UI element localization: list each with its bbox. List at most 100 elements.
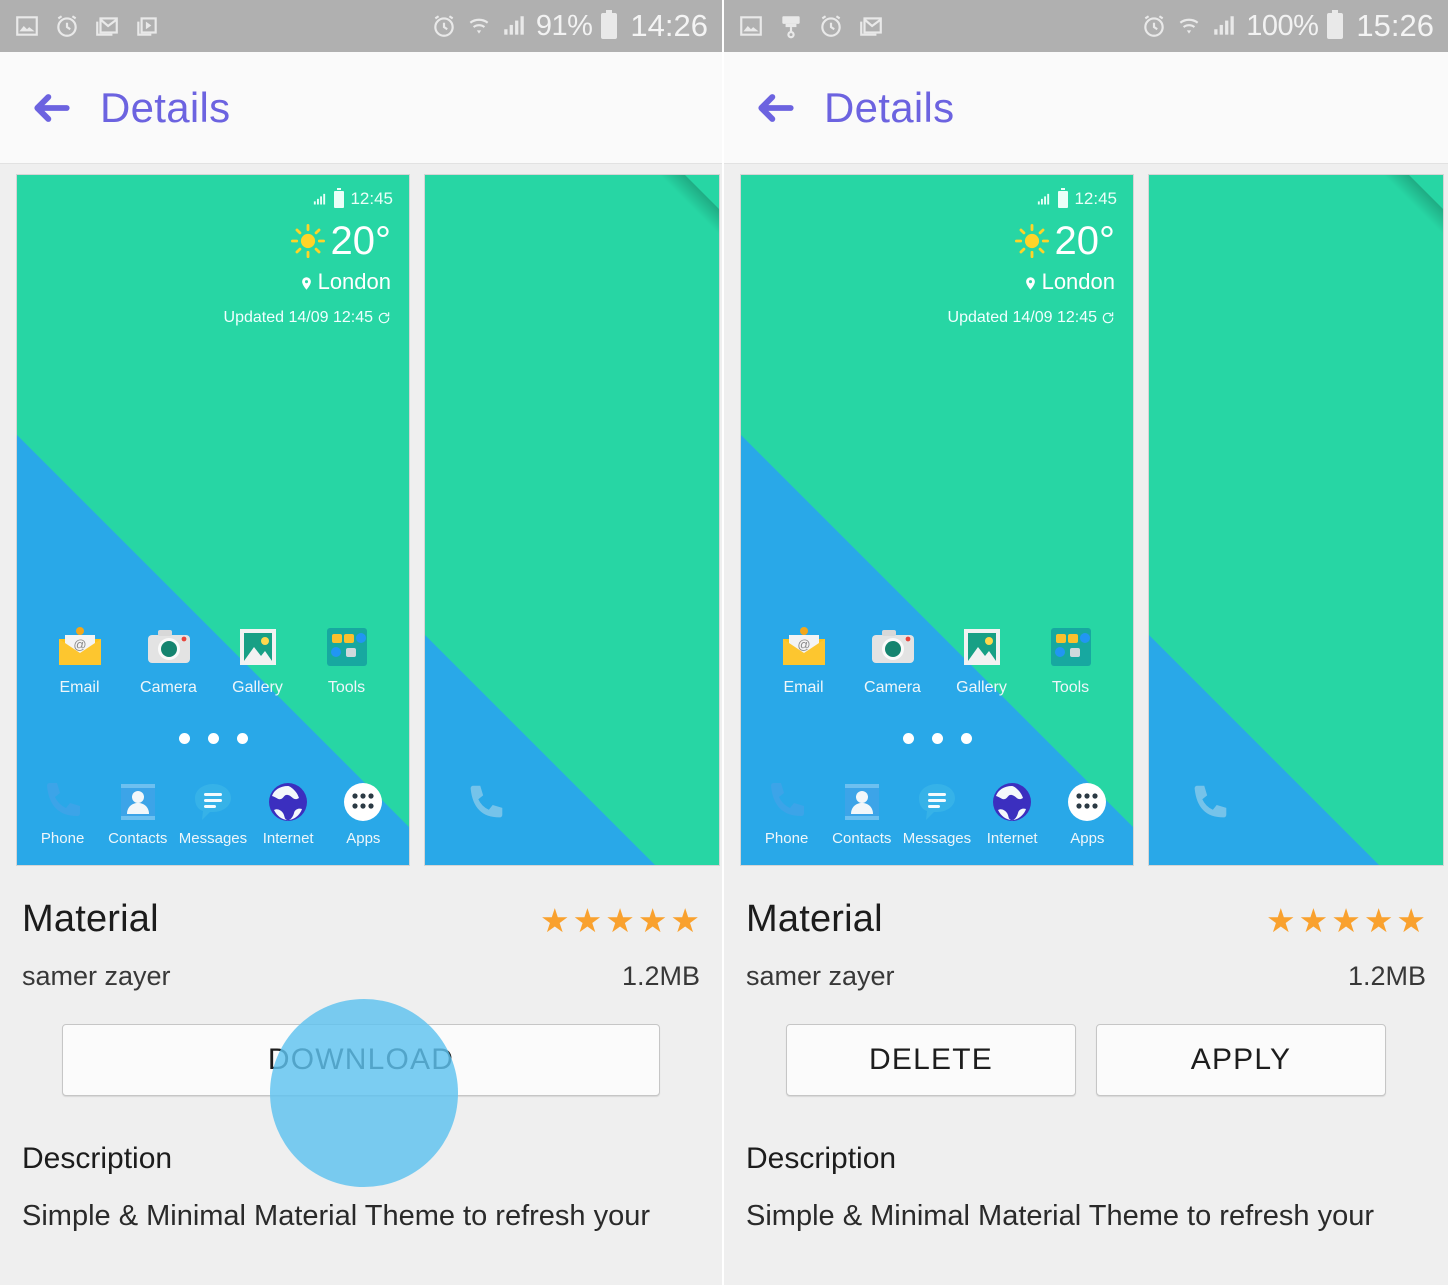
status-bar: 100% 15:26 [724,0,1448,52]
download-button[interactable]: DOWNLOAD [62,1024,660,1096]
page-dot[interactable] [931,733,943,744]
phone-icon [763,778,811,826]
preview-gallery[interactable]: 12:45 12:45 Mon, 24 September 20° London [724,164,1448,874]
dock-item-internet[interactable]: Internet [977,778,1047,847]
dock-item-contacts[interactable]: Contacts [827,778,897,847]
description-heading: Description [22,1142,173,1175]
battery-icon [601,10,618,39]
paintbrush-icon [778,13,804,39]
phone-icon[interactable] [1187,781,1233,827]
page-dot[interactable] [960,733,972,744]
email-icon: @ [779,625,829,671]
dock-item-apps[interactable]: Apps [1052,778,1122,847]
dock-label: Phone [40,830,85,847]
refresh-icon[interactable] [1101,311,1115,325]
page-dot[interactable] [178,733,190,744]
home-app-grid: @ Email Camera Gallery Tools [741,625,1133,697]
dock-label: Phone [764,830,809,847]
app-item-email[interactable]: @ Email [42,625,118,697]
sun-icon [1014,224,1049,258]
signal-icon [1211,13,1237,39]
apps-grid-icon [1063,778,1111,826]
battery-icon [334,187,345,208]
app-item-email[interactable]: @ Email [766,625,842,697]
star-icon: ★ [1331,902,1361,939]
rating-stars: ★ ★ ★ ★ ★ [540,904,700,937]
preview-gallery[interactable]: 12:45 12:45 Mon, 24 September 20° London [0,164,722,874]
theme-title: Material [22,898,159,940]
apply-button[interactable]: APPLY [1096,1024,1386,1096]
home-dock: Phone Contacts Messages Internet Apps [17,778,409,847]
screenshot-pair: 91% 14:26 Details 12:45 20° London Updat… [0,0,1448,1285]
tools-folder-icon [1046,625,1096,671]
page-dot[interactable] [236,733,248,744]
dock-item-contacts[interactable]: Contacts [103,778,173,847]
contacts-icon [838,778,886,826]
alarm-icon [1141,13,1167,39]
page-title: Details [824,83,955,131]
app-item-gallery[interactable]: Gallery [220,625,296,697]
dock-label: Internet [986,830,1038,847]
rating-stars: ★ ★ ★ ★ ★ [1266,904,1426,937]
status-bar-clock: 14:26 [630,8,708,43]
app-item-tools[interactable]: Tools [309,625,385,697]
page-dot[interactable] [207,733,219,744]
app-label: Gallery [232,679,283,696]
delete-button[interactable]: DELETE [786,1024,1076,1096]
phone-icon[interactable] [463,781,509,827]
dock-item-phone[interactable]: Phone [28,778,98,847]
dock-label: Messages [902,830,972,847]
svg-text:@: @ [73,637,86,652]
description-section: Description Simple & Minimal Material Th… [724,1096,1448,1234]
app-item-tools[interactable]: Tools [1033,625,1109,697]
messages-icon [913,778,961,826]
theme-size: 1.2MB [1347,961,1426,991]
gallery-icon [233,625,283,671]
status-bar-right-icons: 100% 15:26 [1141,8,1434,44]
theme-author: samer zayer [746,961,895,991]
star-icon: ★ [1363,902,1394,939]
dock-item-messages[interactable]: Messages [902,778,972,847]
theme-title: Material [746,898,883,940]
refresh-icon[interactable] [377,311,391,325]
signal-icon [1035,192,1052,207]
app-item-camera[interactable]: Camera [855,625,931,697]
theme-preview-2[interactable]: 12:45 Mon, 24 September [424,174,720,866]
app-item-camera[interactable]: Camera [131,625,207,697]
page-indicator-dots [741,733,1133,744]
internet-icon [264,778,312,826]
weather-updated: Updated 14/09 12:45 [223,309,373,326]
battery-icon [1327,10,1344,39]
app-label: Tools [1051,679,1090,696]
back-arrow-icon[interactable] [754,86,798,130]
svg-text:@: @ [797,637,810,652]
dock-item-internet[interactable]: Internet [253,778,323,847]
dock-label: Apps [1070,830,1105,847]
theme-preview-2[interactable]: 12:45 Mon, 24 September [1148,174,1444,866]
gmail-icon [858,13,884,39]
theme-size: 1.2MB [621,961,700,991]
back-arrow-icon[interactable] [30,86,74,130]
weather-widget: 20° London Updated 14/09 12:45 [948,221,1115,327]
weather-updated: Updated 14/09 12:45 [947,309,1097,326]
apps-grid-icon [339,778,387,826]
app-label: Camera [864,679,921,696]
theme-author: samer zayer [22,961,171,991]
star-icon: ★ [637,902,668,939]
page-dot[interactable] [902,733,914,744]
location-pin-icon [299,273,314,292]
app-bar: Details [0,52,722,164]
dock-item-apps[interactable]: Apps [328,778,398,847]
status-bar-left-icons [738,13,884,39]
wifi-icon [466,13,492,39]
dock-item-phone[interactable]: Phone [752,778,822,847]
dock-item-messages[interactable]: Messages [178,778,248,847]
status-bar-right-icons: 91% 14:26 [431,8,708,44]
theme-info: Material ★ ★ ★ ★ ★ samer zayer 1.2MB [0,874,722,992]
theme-preview-1[interactable]: 12:45 12:45 Mon, 24 September 20° London [740,174,1134,866]
theme-preview-1[interactable]: 12:45 12:45 Mon, 24 September 20° London [16,174,410,866]
page-title: Details [100,83,231,131]
preview-status-time: 12:45 [1074,189,1117,208]
gmail-icon [94,13,120,39]
app-item-gallery[interactable]: Gallery [944,625,1020,697]
